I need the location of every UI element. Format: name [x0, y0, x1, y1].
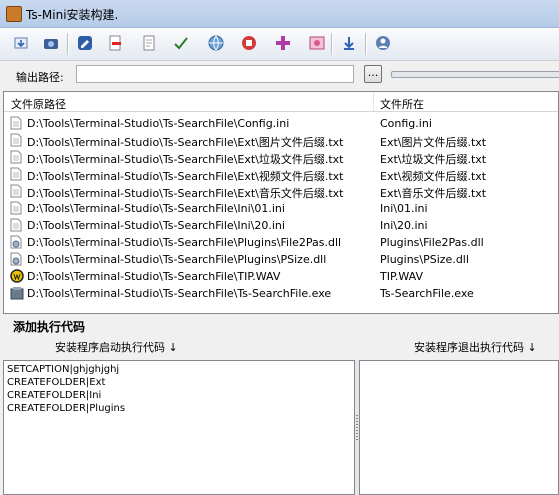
target-path: Config.ini — [380, 117, 432, 130]
check-icon — [173, 35, 189, 54]
ini-file-icon — [10, 201, 24, 216]
target-path: TIP.WAV — [380, 270, 424, 283]
column-header-target[interactable]: 文件所在 — [380, 96, 424, 112]
target-path: Plugins\PSize.dll — [380, 253, 469, 266]
table-row[interactable]: D:\Tools\Terminal-Studio\Ts-SearchFile\C… — [4, 115, 558, 132]
table-row[interactable]: D:\Tools\Terminal-Studio\Ts-SearchFile\I… — [4, 217, 558, 234]
source-path: D:\Tools\Terminal-Studio\Ts-SearchFile\E… — [27, 136, 344, 149]
text-file-icon — [10, 167, 24, 182]
add-button[interactable] — [272, 33, 294, 55]
camera-button[interactable] — [40, 33, 62, 55]
stop-button[interactable] — [238, 33, 260, 55]
target-path: Ini\20.ini — [380, 219, 428, 232]
open-project-icon — [13, 35, 29, 54]
add-icon — [275, 35, 291, 54]
window-title: Ts-Mini安装构建. — [26, 8, 119, 22]
source-path: D:\Tools\Terminal-Studio\Ts-SearchFile\E… — [27, 187, 344, 200]
output-path-row: 输出路径: ... — [0, 61, 559, 89]
source-path: D:\Tools\Terminal-Studio\Ts-SearchFile\E… — [27, 153, 344, 166]
table-row[interactable]: D:\Tools\Terminal-Studio\Ts-SearchFile\E… — [4, 132, 558, 149]
target-path: Ext\视频文件后缀.txt — [380, 170, 487, 183]
startup-code-editor[interactable]: SETCAPTION|ghjghjghj CREATEFOLDER|Ext CR… — [3, 360, 355, 495]
globe-icon — [208, 35, 224, 54]
about-button[interactable] — [372, 33, 394, 55]
source-path: D:\Tools\Terminal-Studio\Ts-SearchFile\I… — [27, 219, 285, 232]
source-path: D:\Tools\Terminal-Studio\Ts-SearchFile\T… — [27, 270, 281, 283]
ini-file-icon — [10, 116, 24, 131]
source-path: D:\Tools\Terminal-Studio\Ts-SearchFile\E… — [27, 170, 344, 183]
text-file-icon — [10, 150, 24, 165]
remove-file-button[interactable] — [104, 33, 126, 55]
title-bar: Ts-Mini安装构建. — [0, 0, 559, 28]
globe-button[interactable] — [205, 33, 227, 55]
audio-file-icon — [10, 269, 24, 284]
download-button[interactable] — [338, 33, 360, 55]
ini-file-icon — [10, 218, 24, 233]
source-path: D:\Tools\Terminal-Studio\Ts-SearchFile\P… — [27, 236, 342, 249]
table-row[interactable]: D:\Tools\Terminal-Studio\Ts-SearchFile\I… — [4, 200, 558, 217]
camera-icon — [43, 35, 59, 54]
source-path: D:\Tools\Terminal-Studio\Ts-SearchFile\C… — [27, 117, 290, 130]
edit-button[interactable] — [74, 33, 96, 55]
document-button[interactable] — [138, 33, 160, 55]
exit-code-header: 安装程序退出执行代码 ↓ — [414, 341, 537, 354]
download-arrow-icon — [341, 35, 357, 54]
target-path: Ext\图片文件后缀.txt — [380, 136, 487, 149]
exe-file-icon — [10, 286, 24, 301]
table-row[interactable]: D:\Tools\Terminal-Studio\Ts-SearchFile\E… — [4, 183, 558, 200]
table-row[interactable]: D:\Tools\Terminal-Studio\Ts-SearchFile\P… — [4, 234, 558, 251]
image-button[interactable] — [306, 33, 328, 55]
table-row[interactable]: D:\Tools\Terminal-Studio\Ts-SearchFile\E… — [4, 149, 558, 166]
target-path: Ts-SearchFile.exe — [380, 287, 474, 300]
exit-code-editor[interactable] — [359, 360, 559, 495]
browse-button[interactable]: ... — [364, 65, 382, 83]
file-list[interactable]: 文件原路径 文件所在 D:\Tools\Terminal-Studio\Ts-S… — [3, 91, 559, 314]
remove-file-icon — [107, 35, 123, 54]
column-header-source[interactable]: 文件原路径 — [11, 96, 66, 112]
source-path: D:\Tools\Terminal-Studio\Ts-SearchFile\P… — [27, 253, 327, 266]
text-file-icon — [10, 133, 24, 148]
target-path: Ext\垃圾文件后缀.txt — [380, 153, 487, 166]
target-path: Ext\音乐文件后缀.txt — [380, 187, 487, 200]
target-path: Ini\01.ini — [380, 202, 428, 215]
table-row[interactable]: D:\Tools\Terminal-Studio\Ts-SearchFile\T… — [4, 285, 558, 302]
table-row[interactable]: D:\Tools\Terminal-Studio\Ts-SearchFile\P… — [4, 251, 558, 268]
source-path: D:\Tools\Terminal-Studio\Ts-SearchFile\T… — [27, 287, 332, 300]
list-header: 文件原路径 文件所在 — [4, 92, 558, 112]
table-row[interactable]: D:\Tools\Terminal-Studio\Ts-SearchFile\E… — [4, 166, 558, 183]
image-icon — [309, 35, 325, 54]
open-project-button[interactable] — [10, 33, 32, 55]
output-path-input[interactable] — [76, 65, 354, 83]
source-path: D:\Tools\Terminal-Studio\Ts-SearchFile\I… — [27, 202, 285, 215]
compression-slider[interactable] — [391, 71, 559, 78]
edit-icon — [77, 35, 93, 54]
about-icon — [375, 35, 391, 54]
table-row[interactable]: D:\Tools\Terminal-Studio\Ts-SearchFile\T… — [4, 268, 558, 285]
app-icon — [6, 6, 22, 22]
output-path-label: 输出路径: — [16, 71, 64, 84]
check-button[interactable] — [170, 33, 192, 55]
startup-code-header: 安装程序启动执行代码 ↓ — [55, 341, 178, 354]
text-file-icon — [10, 184, 24, 199]
document-icon — [141, 35, 157, 54]
stop-icon — [241, 35, 257, 54]
code-section-title: 添加执行代码 — [13, 320, 86, 334]
toolbar — [0, 28, 559, 61]
dll-file-icon — [10, 235, 24, 250]
target-path: Plugins\File2Pas.dll — [380, 236, 484, 249]
dll-file-icon — [10, 252, 24, 267]
